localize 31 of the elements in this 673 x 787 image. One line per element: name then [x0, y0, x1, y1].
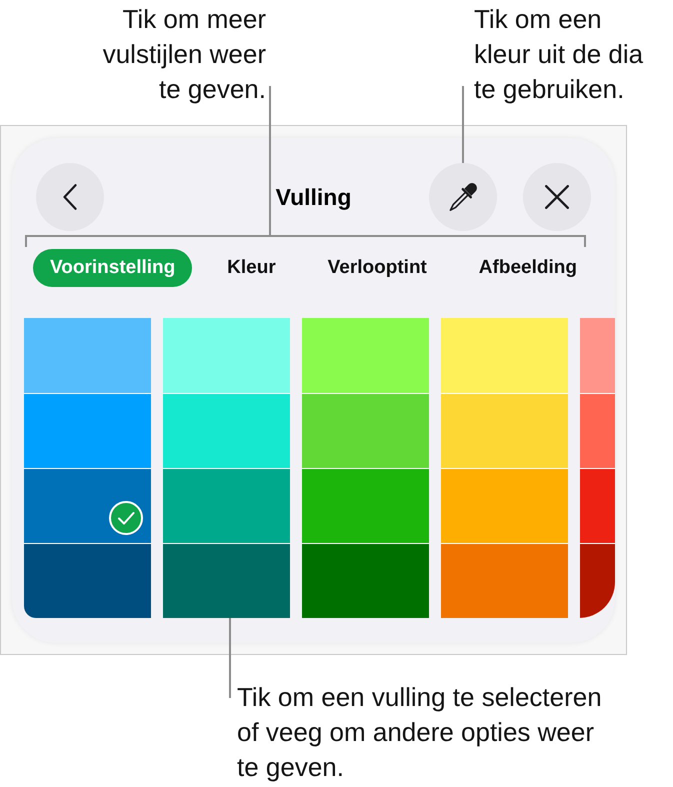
chevron-left-icon — [63, 184, 77, 210]
color-swatch[interactable] — [302, 318, 429, 393]
panel-title: Vulling — [276, 184, 352, 210]
close-icon — [545, 185, 569, 209]
tab[interactable]: Verlooptint — [310, 249, 444, 287]
color-swatch[interactable] — [580, 543, 615, 618]
callout-text: Tik om een vulling te selecteren of veeg om andere opties weer te geven. — [237, 681, 603, 784]
tab[interactable]: Afbeelding — [462, 249, 594, 287]
color-swatch[interactable] — [302, 468, 429, 543]
color-swatch[interactable] — [580, 468, 615, 543]
color-swatch[interactable] — [163, 393, 290, 468]
color-swatch[interactable] — [441, 543, 568, 618]
checkmark-icon — [109, 501, 143, 535]
color-swatch[interactable] — [302, 393, 429, 468]
tab[interactable]: Kleur — [210, 249, 293, 287]
color-swatch[interactable] — [163, 318, 290, 393]
color-swatch[interactable] — [302, 543, 429, 618]
color-swatch[interactable] — [24, 543, 151, 618]
callout-text: Tik om meer vulstijlen weer te geven. — [102, 3, 266, 106]
color-swatch[interactable] — [580, 318, 615, 393]
color-swatch[interactable] — [441, 318, 568, 393]
color-swatch[interactable] — [24, 318, 151, 393]
color-swatch[interactable] — [24, 393, 151, 468]
color-swatch[interactable] — [441, 393, 568, 468]
color-swatch[interactable] — [163, 468, 290, 543]
color-swatch[interactable] — [24, 468, 151, 543]
color-swatch[interactable] — [580, 393, 615, 468]
eyedropper-icon — [448, 182, 478, 212]
color-swatch[interactable] — [163, 543, 290, 618]
callout-text: Tik om een kleur uit de dia te gebruiken. — [474, 3, 644, 106]
color-swatch[interactable] — [441, 468, 568, 543]
